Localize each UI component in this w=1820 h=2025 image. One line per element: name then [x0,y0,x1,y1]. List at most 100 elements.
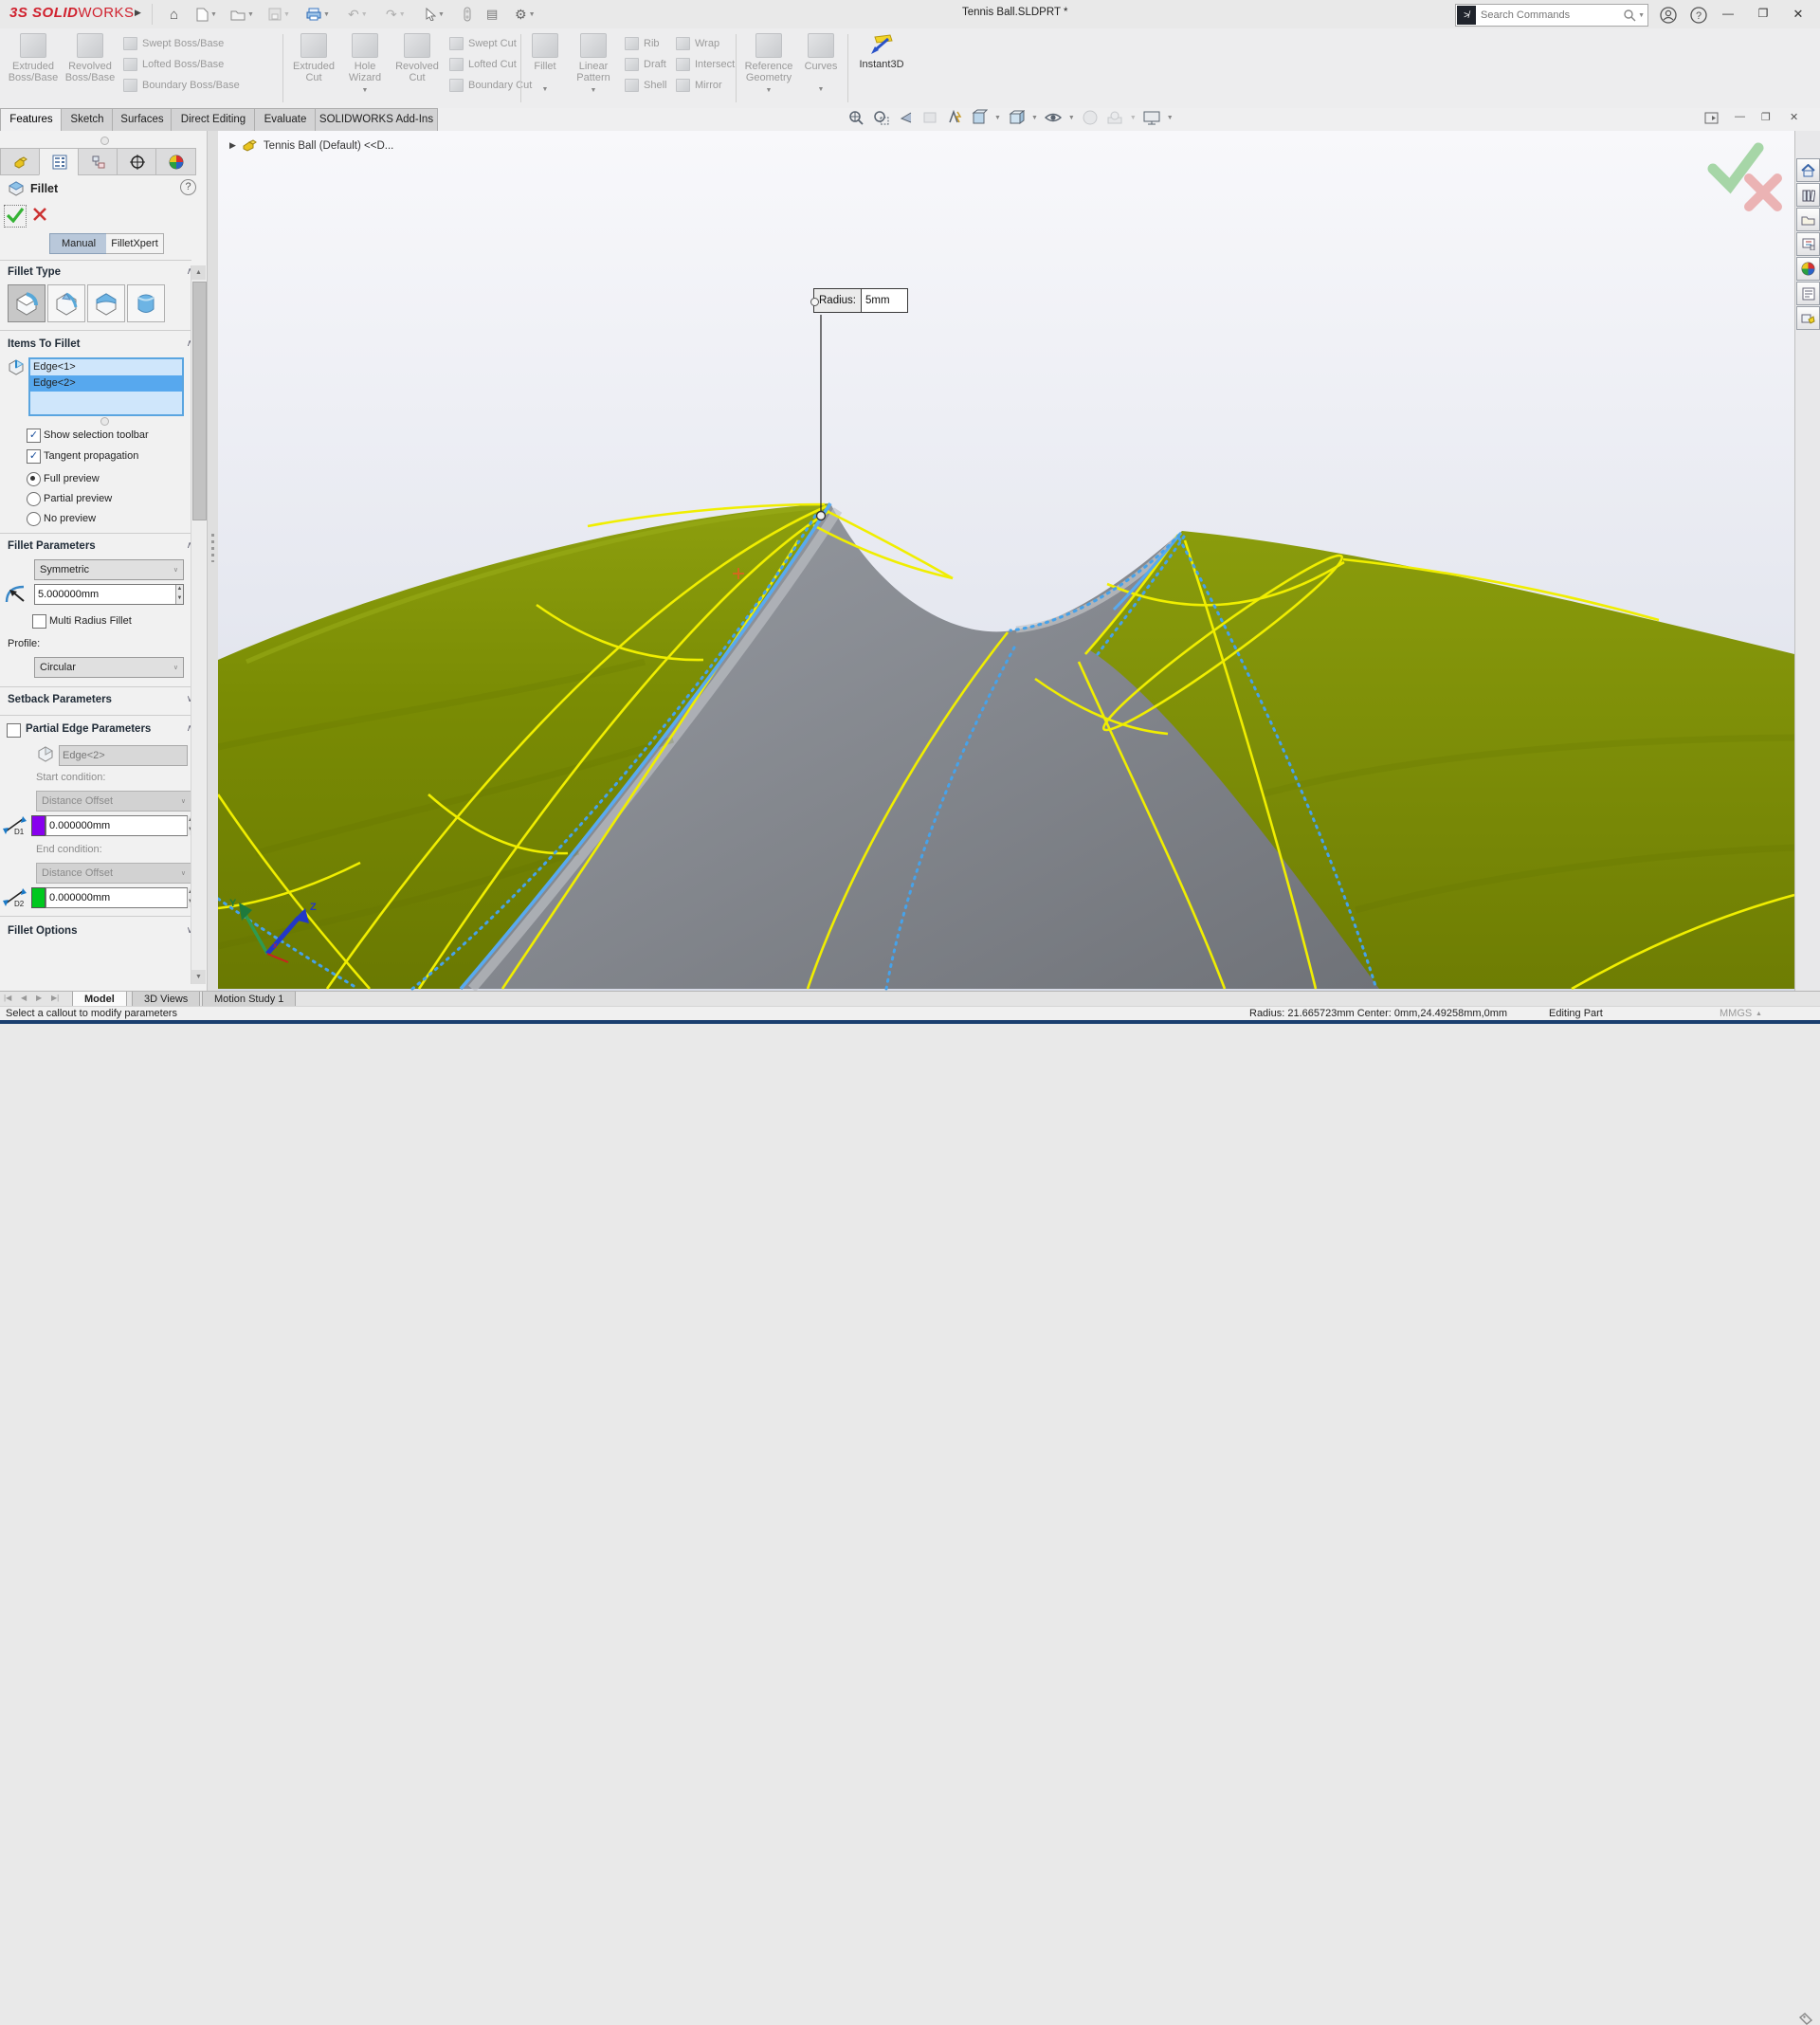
doc-restore-icon[interactable]: ❐ [1761,111,1771,123]
d1-input[interactable] [46,816,187,835]
open-icon[interactable]: ▼ [228,3,257,26]
fillet-type-face-button[interactable] [87,284,125,322]
flyout-expand-icon[interactable]: ▶ [229,140,236,151]
d2-color-swatch[interactable] [31,887,46,908]
print-icon[interactable]: ▼ [303,3,333,26]
tags-icon[interactable] [1799,2013,1812,2025]
select-cursor-icon[interactable]: ▼ [423,3,447,26]
tab-scroll-first-icon[interactable]: |◀ [4,994,11,1002]
d1-color-swatch[interactable] [31,815,46,836]
list-item-edge1[interactable]: Edge<1> [30,359,182,375]
tab-scroll-next-icon[interactable]: ▶ [36,994,42,1002]
doc-minimize-icon[interactable]: — [1735,111,1745,122]
tab-solidworks-addins[interactable]: SOLIDWORKS Add-Ins [315,108,438,131]
section-items-to-fillet[interactable]: Items To Fillet [8,338,80,350]
d2-input[interactable] [46,888,187,907]
custom-properties-button[interactable] [1796,282,1820,305]
resize-handle[interactable] [100,417,109,426]
display-style-icon[interactable] [1007,109,1026,126]
doc-close-icon[interactable]: ✕ [1790,111,1798,123]
d2-field[interactable]: ▲▼ [46,887,188,908]
cancel-button[interactable] [32,207,47,225]
section-fillet-options[interactable]: Fillet Options [8,925,77,937]
appearances-scenes-button[interactable] [1796,257,1820,281]
graphics-viewport[interactable]: Y Z x ▶ Tennis Ball (Default) <<D... Rad… [218,131,1794,991]
full-preview-radio[interactable] [27,472,41,486]
radius-input[interactable] [35,585,175,604]
manual-mode-button[interactable]: Manual [49,233,108,254]
tab-sketch[interactable]: Sketch [61,108,114,131]
new-document-icon[interactable]: ▼ [193,3,220,26]
rebuild-icon[interactable] [461,3,474,26]
flyout-doc-label[interactable]: Tennis Ball (Default) <<D... [264,140,393,152]
list-item-edge2[interactable]: Edge<2> [30,375,182,392]
callout-value-input[interactable] [862,289,907,312]
spin-up-icon[interactable]: ▲ [176,585,183,594]
tab-scroll-last-icon[interactable]: ▶| [51,994,59,1002]
instant3d-button[interactable]: Instant3D [851,31,912,70]
radius-callout[interactable]: Radius: [813,288,908,313]
show-selection-toolbar-checkbox[interactable]: ✓ [27,429,41,443]
confirmation-corner[interactable] [1705,137,1787,212]
tab-displaymanager[interactable] [155,148,196,175]
view-orientation-icon[interactable] [970,109,989,126]
annotation-views-icon[interactable] [945,109,964,126]
resize-handle[interactable] [100,137,109,145]
scrollbar-thumb[interactable] [192,282,207,520]
edges-listbox[interactable]: Edge<1> Edge<2> [28,357,184,416]
panel-scrollbar[interactable]: ▲ ▼ [191,265,206,984]
search-box[interactable]: ≯ ▼ [1455,4,1648,27]
flyout-feature-tree[interactable]: ▶ Tennis Ball (Default) <<D... [229,138,393,153]
view-palette-button[interactable] [1796,232,1820,256]
user-account-icon[interactable] [1657,4,1680,27]
tangent-propagation-checkbox[interactable]: ✓ [27,449,41,464]
scroll-down-icon[interactable]: ▼ [191,970,206,984]
section-setback-parameters[interactable]: Setback Parameters [8,694,112,705]
confirm-cancel-icon[interactable] [1749,178,1777,207]
dropdown-arrow-icon[interactable]: ▼ [1167,115,1174,121]
design-library-button[interactable] [1796,183,1820,207]
fillet-type-variable-size-button[interactable] [47,284,85,322]
tab-configurationmanager[interactable] [78,148,118,175]
tab-featuremanager-tree[interactable] [0,148,41,175]
tab-evaluate[interactable]: Evaluate [254,108,317,131]
callout-anchor-handle[interactable] [817,512,826,520]
help-icon[interactable]: ? [1687,4,1710,27]
radius-spinner[interactable]: ▲▼ [175,585,183,604]
previous-view-icon[interactable] [896,109,915,126]
search-icon[interactable] [1623,9,1636,22]
fillet-type-full-round-button[interactable] [127,284,165,322]
fillet-type-constant-size-button[interactable] [8,284,46,322]
view-settings-icon[interactable] [1142,109,1161,126]
dropdown-arrow-icon[interactable]: ▼ [1031,115,1038,121]
options-gear-icon[interactable]: ⚙▼ [512,3,538,26]
dropdown-arrow-icon[interactable]: ▼ [1068,115,1075,121]
scroll-up-icon[interactable]: ▲ [191,265,206,280]
logo-flyout-arrow-icon[interactable]: ▶ [135,8,141,18]
minimize-button[interactable]: — [1712,0,1744,27]
part-reviewer-button[interactable] [1796,306,1820,330]
tab-features[interactable]: Features [0,108,63,131]
collapse-pane-icon[interactable] [1704,112,1720,128]
partial-preview-radio[interactable] [27,492,41,506]
tab-scroll-prev-icon[interactable]: ◀ [21,994,27,1002]
zoom-fit-icon[interactable] [846,109,865,126]
panel-help-icon[interactable]: ? [180,179,196,195]
file-explorer-button[interactable] [1796,208,1820,231]
section-fillet-type[interactable]: Fillet Type [8,266,61,278]
tab-dimxpertmanager[interactable] [117,148,157,175]
model-3d-view[interactable]: Y Z x [218,131,1794,991]
multi-radius-checkbox[interactable] [32,614,46,629]
spin-down-icon[interactable]: ▼ [176,594,183,604]
search-input[interactable] [1477,9,1623,21]
home-icon[interactable]: ⌂ [167,3,181,26]
units-selector[interactable]: MMGS [1720,1008,1752,1019]
tab-surfaces[interactable]: Surfaces [112,108,173,131]
radius-field[interactable]: ▲▼ [34,584,184,605]
section-fillet-parameters[interactable]: Fillet Parameters [8,540,96,552]
ok-button[interactable] [4,205,27,228]
resources-home-button[interactable] [1796,158,1820,182]
tab-propertymanager[interactable] [39,148,80,175]
partial-edge-parameters-checkbox[interactable] [7,723,21,738]
search-dropdown-icon[interactable]: ▼ [1638,12,1645,19]
